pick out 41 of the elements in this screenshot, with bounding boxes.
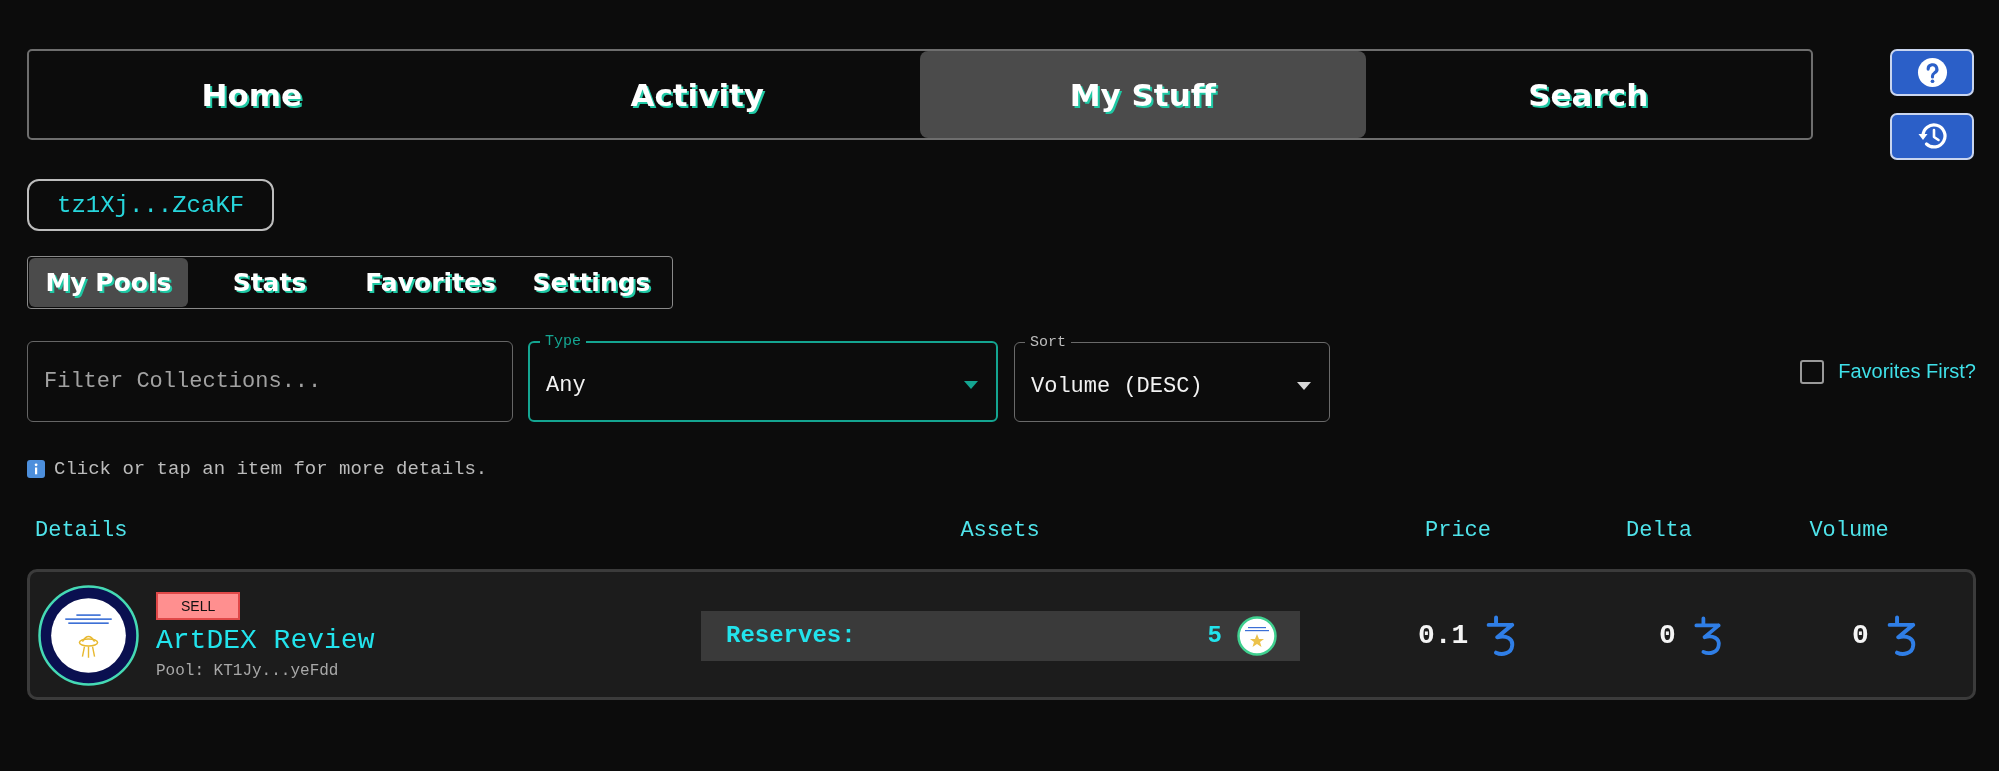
delta-value: 0 (1659, 620, 1676, 651)
checkbox-label[interactable]: Favorites First? (1838, 360, 1976, 383)
caret-icon (964, 381, 978, 389)
currency-icon (1693, 614, 1722, 657)
column-header: Price (1425, 518, 1491, 543)
subtab[interactable]: Favorites (351, 258, 510, 307)
column-header: Volume (1809, 518, 1889, 543)
history-icon (1916, 121, 1948, 152)
nav-tab[interactable]: Search (1365, 51, 1811, 138)
checkbox[interactable] (1800, 359, 1825, 384)
caret-icon (1297, 382, 1311, 390)
pool-row[interactable]: SELL ArtDEX Review Pool: KT1Jy...yeFdd Reserves: 5 0.1 0 0 (27, 569, 1976, 700)
nav-tab[interactable]: My Stuff (920, 51, 1366, 138)
column-header: Assets (960, 518, 1040, 543)
volume-value: 0 (1852, 620, 1869, 651)
reserves-label: Reserves: (726, 622, 856, 649)
nav-tab[interactable]: Activity (474, 51, 920, 138)
pool-address: Pool: KT1Jy...yeFdd (156, 661, 339, 680)
price-value: 0.1 (1418, 620, 1469, 651)
info-icon (27, 460, 45, 478)
collection-logo-icon (38, 585, 139, 686)
token-logo-icon (1237, 615, 1277, 656)
history-button[interactable] (1890, 113, 1974, 160)
subtab[interactable]: My Pools (29, 258, 188, 307)
column-header: Details (35, 518, 128, 543)
reserves-count: 5 (1207, 622, 1222, 649)
help-button[interactable] (1890, 49, 1974, 96)
hint-text: Click or tap an item for more details. (54, 458, 488, 480)
currency-icon (1886, 614, 1917, 657)
filter-input[interactable]: Filter Collections... (27, 341, 513, 422)
subtab[interactable]: Stats (190, 258, 349, 307)
help-icon (1916, 57, 1948, 88)
column-header: Delta (1626, 518, 1692, 543)
nav-tab[interactable]: Home (29, 51, 475, 138)
type-select[interactable]: Type Any (528, 333, 998, 422)
wallet-address-button[interactable]: tz1Xj...ZcaKF (27, 179, 275, 231)
collection-name: ArtDEX Review (156, 624, 375, 656)
subtab[interactable]: Settings (512, 258, 671, 307)
sort-select[interactable]: Sort Volume (DESC) (1014, 334, 1330, 422)
currency-icon (1486, 614, 1517, 657)
sell-badge: SELL (156, 591, 241, 620)
